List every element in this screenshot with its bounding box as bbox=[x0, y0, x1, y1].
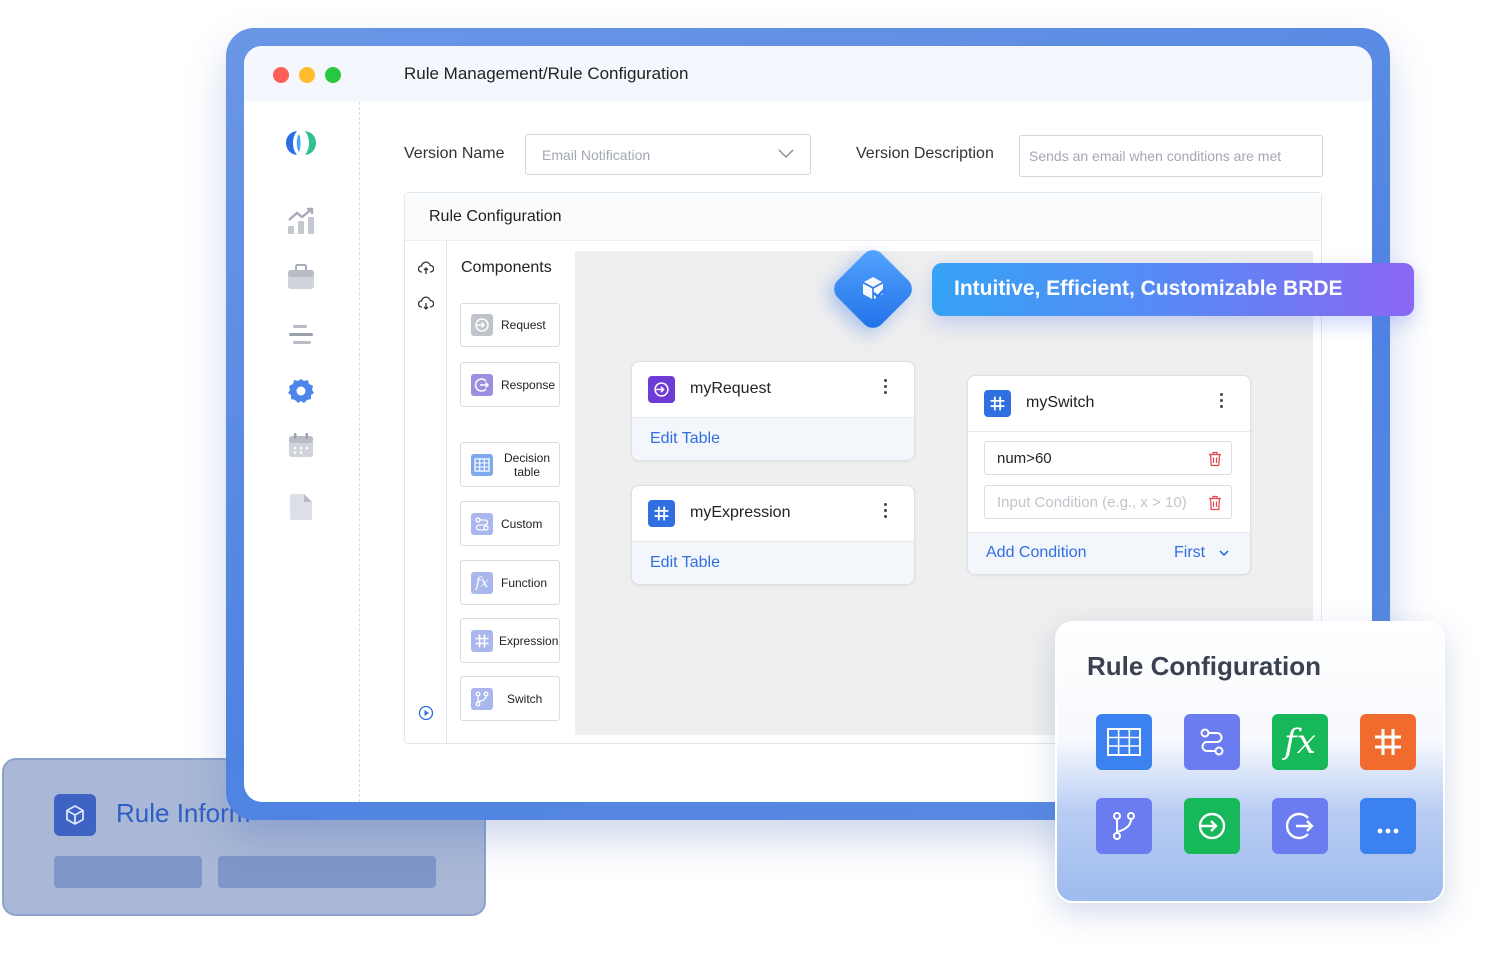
minimize-window-button[interactable] bbox=[299, 67, 315, 83]
node-title: mySwitch bbox=[1026, 394, 1095, 411]
component-decision-table[interactable]: Decision table bbox=[460, 442, 560, 487]
chevron-down-icon bbox=[1219, 550, 1229, 557]
more-vertical-icon[interactable] bbox=[1220, 393, 1224, 411]
edit-table-link[interactable]: Edit Table bbox=[650, 554, 720, 572]
close-window-button[interactable] bbox=[273, 67, 289, 83]
node-title: myExpression bbox=[690, 504, 791, 521]
hash-icon bbox=[648, 500, 675, 527]
tool-rail bbox=[405, 241, 447, 743]
components-title: Components bbox=[461, 259, 552, 276]
document-icon[interactable] bbox=[284, 490, 318, 524]
window-title: Rule Management/Rule Configuration bbox=[404, 64, 689, 83]
response-icon bbox=[471, 373, 493, 396]
trash-icon[interactable] bbox=[1208, 451, 1222, 467]
request-icon[interactable] bbox=[1184, 798, 1240, 854]
info-placeholder-bar bbox=[218, 856, 436, 888]
add-condition-button[interactable]: Add Condition bbox=[986, 544, 1087, 562]
card-title: Rule Configuration bbox=[1087, 651, 1321, 681]
more-icon[interactable] bbox=[1360, 798, 1416, 854]
condition-input[interactable]: num>60 bbox=[984, 441, 1232, 475]
maximize-window-button[interactable] bbox=[325, 67, 341, 83]
node-title: myRequest bbox=[690, 380, 771, 397]
version-name-value: Email Notification bbox=[542, 146, 651, 163]
hash-icon bbox=[471, 629, 493, 652]
cloud-download-icon[interactable] bbox=[418, 296, 434, 310]
sidebar bbox=[244, 102, 360, 802]
edit-table-link[interactable]: Edit Table bbox=[650, 430, 720, 448]
component-label: Request bbox=[501, 318, 546, 332]
feature-banner: Intuitive, Efficient, Customizable BRDE bbox=[932, 263, 1414, 316]
rule-configuration-header: Rule Configuration bbox=[405, 193, 1321, 241]
play-circle-icon[interactable] bbox=[418, 705, 434, 721]
cloud-upload-icon[interactable] bbox=[418, 261, 434, 275]
node-my-expression[interactable]: myExpression Edit Table bbox=[631, 485, 915, 585]
briefcase-icon[interactable] bbox=[284, 260, 318, 294]
rule-configuration-title: Rule Configuration bbox=[429, 208, 562, 225]
node-footer: Edit Table bbox=[632, 542, 914, 584]
version-name-label: Version Name bbox=[404, 145, 505, 162]
node-footer: Edit Table bbox=[632, 418, 914, 460]
more-vertical-icon[interactable] bbox=[884, 379, 888, 397]
cube-icon bbox=[54, 794, 96, 836]
component-label: Switch bbox=[507, 691, 543, 706]
custom-flow-icon[interactable] bbox=[1184, 714, 1240, 770]
component-response[interactable]: Response bbox=[460, 362, 560, 407]
node-my-switch[interactable]: mySwitch num>60 Input Condition (e.g., x… bbox=[967, 375, 1251, 575]
condition-value: num>60 bbox=[997, 449, 1052, 467]
hash-icon bbox=[984, 390, 1011, 417]
hash-icon[interactable] bbox=[1360, 714, 1416, 770]
app-logo-icon[interactable] bbox=[284, 126, 318, 160]
condition-placeholder: Input Condition (e.g., x > 10) bbox=[997, 493, 1187, 511]
component-request[interactable]: Request bbox=[460, 303, 560, 347]
rule-configuration-card: Rule Configuration fx bbox=[1055, 621, 1445, 903]
table-icon bbox=[471, 453, 493, 476]
trash-icon[interactable] bbox=[1208, 495, 1222, 511]
node-header: mySwitch bbox=[968, 376, 1250, 432]
function-icon[interactable]: fx bbox=[1272, 714, 1328, 770]
component-label: Function bbox=[501, 575, 548, 590]
component-expression[interactable]: Expression bbox=[460, 618, 560, 663]
menu-lines-icon[interactable] bbox=[284, 318, 318, 352]
version-name-select[interactable]: Email Notification bbox=[525, 134, 811, 175]
component-label: Response bbox=[501, 377, 556, 392]
condition-input[interactable]: Input Condition (e.g., x > 10) bbox=[984, 485, 1232, 519]
cube-check-icon bbox=[842, 258, 904, 320]
info-placeholder-bar bbox=[54, 856, 202, 888]
title-bar: Rule Management/Rule Configuration bbox=[244, 46, 1372, 102]
match-mode-select[interactable]: First bbox=[1174, 544, 1205, 562]
version-description-input[interactable]: Sends an email when conditions are met bbox=[1019, 135, 1323, 177]
banner-text: Intuitive, Efficient, Customizable BRDE bbox=[954, 277, 1343, 300]
component-label: Expression bbox=[499, 633, 559, 648]
node-header: myRequest bbox=[632, 362, 914, 418]
version-description-placeholder: Sends an email when conditions are met bbox=[1029, 148, 1282, 164]
node-footer: Add Condition First bbox=[968, 532, 1250, 574]
component-switch[interactable]: Switch bbox=[460, 676, 560, 721]
table-icon[interactable] bbox=[1096, 714, 1152, 770]
components-column: Components Request Response Decision tab… bbox=[447, 241, 575, 743]
function-icon: fx bbox=[471, 571, 493, 594]
branch-icon[interactable] bbox=[1096, 798, 1152, 854]
component-custom[interactable]: Custom bbox=[460, 501, 560, 546]
node-header: myExpression bbox=[632, 486, 914, 542]
request-icon bbox=[648, 376, 675, 403]
gear-icon[interactable] bbox=[284, 374, 318, 408]
component-function[interactable]: fx Function bbox=[460, 560, 560, 605]
stage: Rule Inform Rule Management/Rule Configu… bbox=[0, 0, 1496, 958]
node-my-request[interactable]: myRequest Edit Table bbox=[631, 361, 915, 461]
request-icon bbox=[471, 314, 493, 336]
version-description-label: Version Description bbox=[856, 145, 994, 162]
chevron-down-icon bbox=[778, 149, 794, 159]
calendar-icon[interactable] bbox=[284, 428, 318, 462]
custom-flow-icon bbox=[471, 512, 493, 535]
response-icon[interactable] bbox=[1272, 798, 1328, 854]
more-vertical-icon[interactable] bbox=[884, 503, 888, 521]
component-label: Decision table bbox=[503, 450, 551, 479]
component-label: Custom bbox=[501, 516, 543, 531]
branch-icon bbox=[471, 687, 493, 710]
analytics-chart-icon[interactable] bbox=[284, 204, 318, 238]
